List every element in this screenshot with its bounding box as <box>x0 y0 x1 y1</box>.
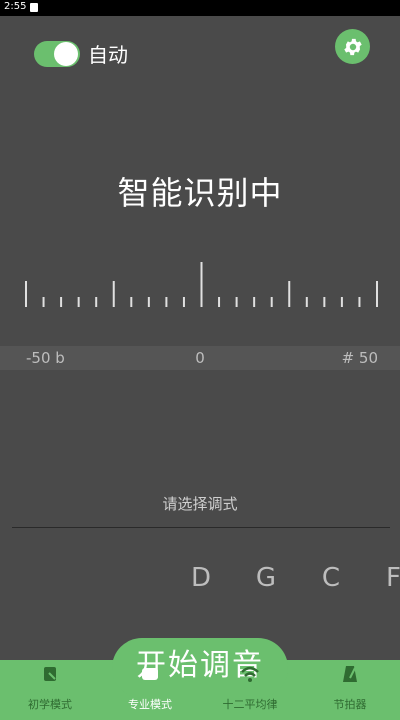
pro-icon <box>142 668 158 680</box>
auto-toggle[interactable] <box>34 41 80 67</box>
beginner-icon <box>44 667 56 681</box>
nav-label: 节拍器 <box>333 698 367 711</box>
auto-label: 自动 <box>88 43 128 67</box>
note-g[interactable]: G <box>244 556 288 600</box>
nav-label: 专业模式 <box>128 698 172 711</box>
divider <box>12 527 390 528</box>
note-c[interactable]: C <box>309 556 353 600</box>
tuning-hint: 请选择调式 <box>162 495 238 513</box>
wave-icon <box>241 666 259 682</box>
detect-status-title: 智能识别中 <box>117 174 283 212</box>
status-bar: 2:55 <box>0 0 400 16</box>
gear-icon <box>343 38 362 55</box>
status-time: 2:55 <box>4 1 27 12</box>
scale-strip: -50 b 0 # 50 <box>0 346 400 370</box>
nav-label: 初学模式 <box>28 698 72 711</box>
toggle-knob <box>54 42 78 66</box>
nav-beginner[interactable]: 初学模式 <box>0 660 100 720</box>
metronome-icon <box>343 666 357 682</box>
settings-button[interactable] <box>335 29 370 64</box>
tuning-ruler <box>25 262 378 307</box>
nav-label: 十二平均律 <box>222 698 278 711</box>
scale-max-label: # 50 <box>341 349 378 367</box>
nav-metronome[interactable]: 节拍器 <box>300 660 400 720</box>
note-d[interactable]: D <box>179 556 223 600</box>
notification-icon <box>30 3 38 12</box>
scale-center-label: 0 <box>195 349 205 367</box>
nav-pro[interactable]: 专业模式 <box>100 660 200 720</box>
note-f[interactable]: F <box>374 556 400 600</box>
nav-twelve-tone[interactable]: 十二平均律 <box>200 660 300 720</box>
